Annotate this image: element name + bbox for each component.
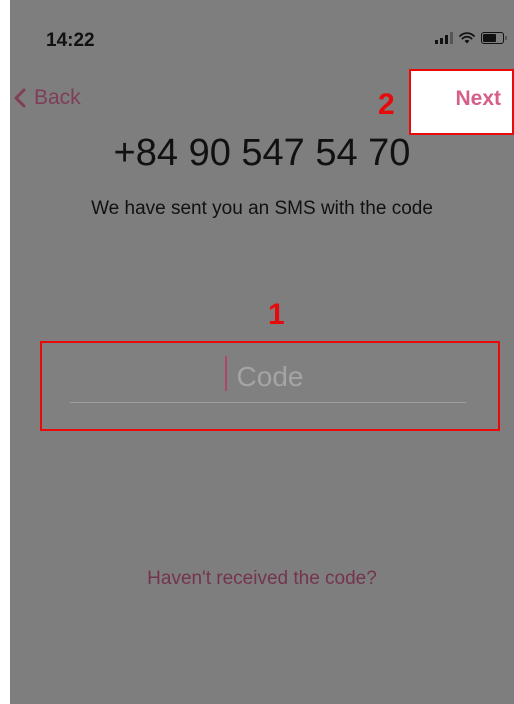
battery-icon — [481, 32, 507, 44]
code-input[interactable] — [70, 352, 470, 402]
text-caret — [225, 356, 227, 391]
status-time: 14:22 — [46, 30, 95, 51]
back-label: Back — [34, 86, 81, 109]
back-button[interactable]: Back — [14, 86, 81, 110]
status-icons — [435, 32, 507, 44]
phone-number: +84 90 547 54 70 — [113, 132, 411, 174]
resend-code-link[interactable]: Haven't received the code? — [10, 568, 514, 590]
chevron-left-icon — [14, 88, 26, 108]
annotation-badge-1: 1 — [268, 298, 285, 331]
annotation-badge-2: 2 — [378, 88, 395, 121]
signal-icon — [435, 32, 453, 44]
sms-subtitle: We have sent you an SMS with the code — [91, 198, 433, 219]
screen: 14:22 Back Next 2 +84 90 547 54 70 We ha… — [10, 0, 514, 704]
code-underline — [70, 402, 466, 403]
wifi-icon — [459, 32, 475, 44]
next-button[interactable]: Next — [455, 87, 501, 111]
